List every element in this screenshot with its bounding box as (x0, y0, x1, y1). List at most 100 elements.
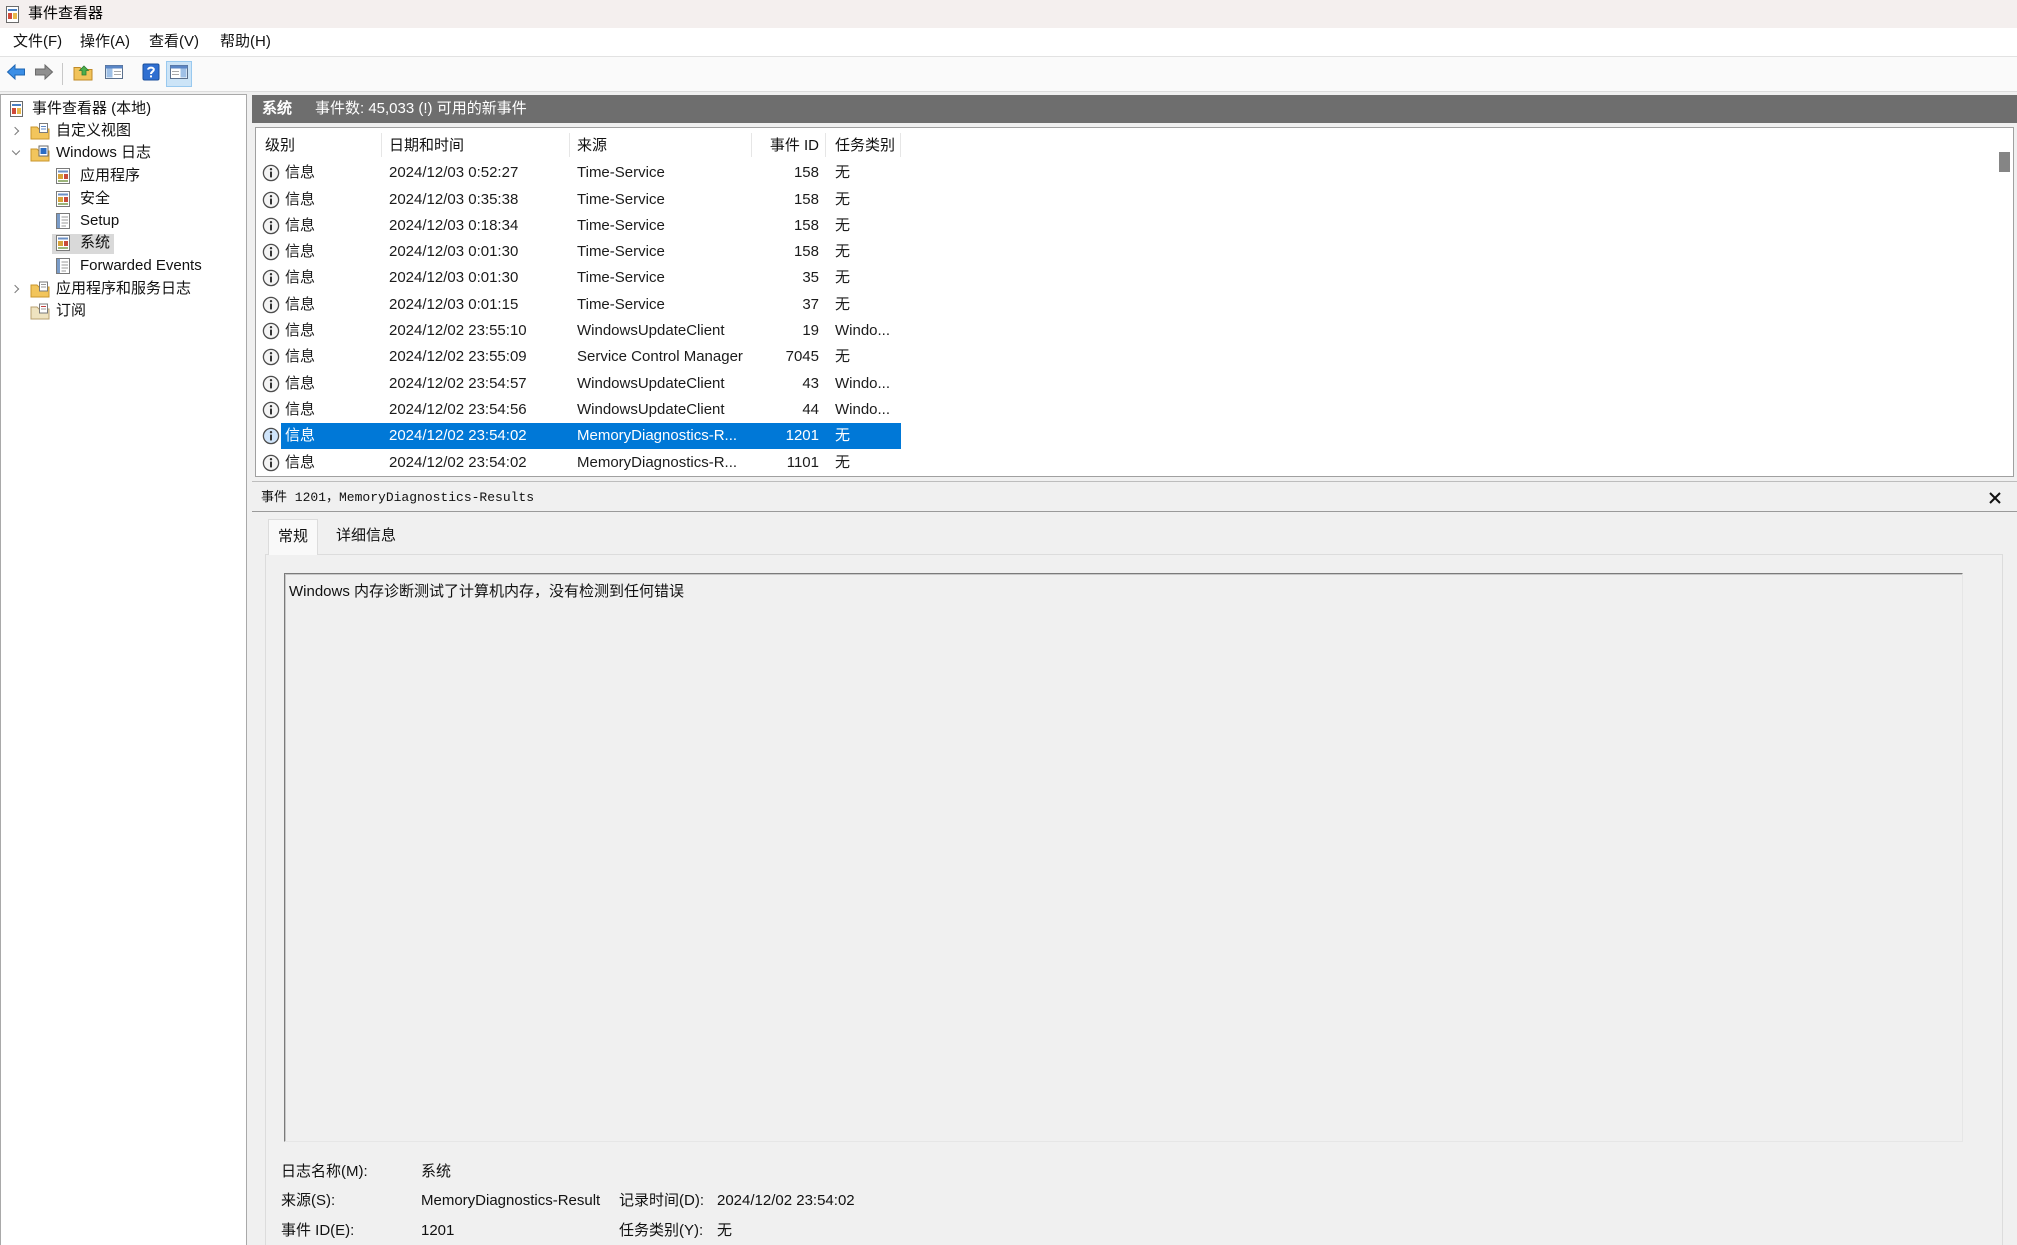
event-task-category: Windo... (835, 400, 891, 418)
event-row[interactable]: 信息 2024/12/02 23:54:56 WindowsUpdateClient… (256, 397, 1996, 423)
tab-general[interactable]: 常规 (268, 519, 318, 555)
event-datetime: 2024/12/02 23:55:10 (389, 322, 527, 339)
event-description-box[interactable]: Windows 内存诊断测试了计算机内存，没有检测到任何错误 (284, 573, 1963, 1142)
tree-item-setup[interactable]: Setup (1, 210, 246, 232)
back-button[interactable] (3, 61, 29, 87)
event-row[interactable]: 信息 2024/12/03 0:35:38 Time-Service 158 无 (256, 187, 1996, 213)
event-row[interactable]: 信息 2024/12/03 0:01:30 Time-Service 35 无 (256, 265, 1996, 291)
event-id-label: 事件 ID(E): (281, 1222, 355, 1239)
menu-file[interactable]: 文件(F) (13, 28, 62, 56)
event-log-icon (54, 167, 74, 185)
event-detail-header: 事件 1201，MemoryDiagnostics-Results (252, 485, 2017, 512)
log-document-icon (54, 257, 74, 275)
up-one-level-button[interactable] (70, 61, 96, 87)
tree-label: 订阅 (56, 302, 87, 319)
close-icon[interactable] (1988, 491, 2002, 505)
menu-action[interactable]: 操作(A) (80, 28, 130, 56)
event-source: WindowsUpdateClient (577, 400, 725, 418)
column-divider[interactable] (900, 133, 901, 157)
event-task-category: 无 (835, 295, 851, 313)
event-datetime: 2024/12/02 23:54:56 (389, 400, 527, 418)
event-viewer-icon (8, 100, 28, 118)
tree-label: 安全 (80, 190, 111, 207)
menu-view[interactable]: 查看(V) (149, 28, 199, 56)
tree-item-app-service-logs[interactable]: 应用程序和服务日志 (1, 278, 246, 300)
tree-item-system[interactable]: 系统 (1, 232, 246, 254)
tree-item-event-viewer-local[interactable]: 事件查看器 (本地) (1, 98, 246, 120)
column-divider[interactable] (569, 133, 570, 157)
event-row[interactable]: 信息 2024/12/03 0:01:30 Time-Service 158 无 (256, 239, 1996, 265)
event-datetime: 2024/12/03 0:01:15 (389, 295, 519, 313)
event-level: 信息 (285, 295, 316, 313)
event-datetime: 2024/12/02 23:54:57 (389, 374, 527, 392)
event-level: 信息 (285, 164, 316, 182)
column-header-source[interactable]: 来源 (577, 136, 607, 156)
event-log-icon (54, 234, 74, 252)
tree-item-security[interactable]: 安全 (1, 188, 246, 210)
event-id: 7045 (785, 348, 819, 366)
column-header-task-category[interactable]: 任务类别 (835, 136, 895, 156)
column-header-datetime[interactable]: 日期和时间 (389, 136, 464, 156)
event-id: 158 (793, 243, 819, 261)
info-icon (262, 217, 280, 235)
show-hide-console-tree-button[interactable] (101, 61, 127, 87)
tree-label: 系统 (80, 234, 111, 251)
event-datetime: 2024/12/02 23:54:02 (389, 453, 527, 471)
source-label: 来源(S): (281, 1192, 336, 1209)
event-task-category: 无 (835, 269, 851, 287)
event-level: 信息 (285, 400, 316, 418)
tab-details[interactable]: 详细信息 (322, 519, 410, 555)
show-hide-action-pane-button[interactable] (166, 61, 192, 87)
help-button[interactable] (138, 61, 164, 87)
event-list-scrollbar[interactable] (1997, 128, 2013, 476)
column-divider[interactable] (825, 133, 826, 157)
source-value: MemoryDiagnostics-Result (421, 1192, 601, 1209)
scrollbar-thumb[interactable] (1999, 152, 2010, 172)
show-hide-action-pane-icon (169, 63, 189, 85)
info-icon (262, 375, 280, 393)
tree-item-windows-logs[interactable]: Windows 日志 (1, 142, 246, 164)
event-task-category: 无 (835, 216, 851, 234)
event-row[interactable]: 信息 2024/12/03 0:18:34 Time-Service 158 无 (256, 213, 1996, 239)
event-id: 44 (802, 400, 819, 418)
tree-item-custom-views[interactable]: 自定义视图 (1, 120, 246, 142)
event-source: Time-Service (577, 243, 665, 261)
event-source: Service Control Manager (577, 348, 743, 366)
column-header-event-id[interactable]: 事件 ID (752, 136, 819, 156)
toolbar-separator (62, 63, 63, 85)
console-tree: 事件查看器 (本地) 自定义视图 Windows 日志 应用程序 安全 Setu… (0, 94, 247, 1245)
event-task-category: Windo... (835, 374, 891, 392)
event-row[interactable]: 信息 2024/12/02 23:54:02 MemoryDiagnostics-R… (256, 450, 1996, 476)
info-icon (262, 269, 280, 287)
event-row-selected[interactable]: 信息 2024/12/02 23:54:02 MemoryDiagnostics-R… (256, 423, 1996, 450)
tree-item-forwarded-events[interactable]: Forwarded Events (1, 255, 246, 277)
info-icon (262, 164, 280, 182)
event-level: 信息 (285, 374, 316, 392)
event-row[interactable]: 信息 2024/12/03 0:01:15 Time-Service 37 无 (256, 292, 1996, 318)
event-detail-title: 事件 1201，MemoryDiagnostics-Results (261, 490, 535, 505)
event-id: 158 (793, 216, 819, 234)
window-title: 事件查看器 (28, 5, 104, 22)
event-row[interactable]: 信息 2024/12/02 23:55:10 WindowsUpdateClient… (256, 318, 1996, 344)
chevron-right-icon[interactable] (10, 126, 20, 136)
event-list[interactable]: 级别 日期和时间 来源 事件 ID 任务类别 信息 2024/12/03 0:52… (255, 127, 2014, 477)
event-level: 信息 (285, 453, 316, 471)
log-name-value: 系统 (421, 1163, 452, 1180)
event-id: 43 (802, 374, 819, 392)
column-divider[interactable] (381, 133, 382, 157)
menu-help[interactable]: 帮助(H) (220, 28, 271, 56)
show-hide-console-tree-icon (104, 63, 124, 85)
event-row[interactable]: 信息 2024/12/02 23:55:09 Service Control Man… (256, 344, 1996, 370)
event-detail-panel: 事件 1201，MemoryDiagnostics-Results 常规 详细信… (252, 481, 2017, 1245)
tree-item-subscriptions[interactable]: 订阅 (1, 300, 246, 322)
event-level: 信息 (285, 243, 316, 261)
event-row[interactable]: 信息 2024/12/02 23:54:57 WindowsUpdateClient… (256, 371, 1996, 397)
chevron-right-icon[interactable] (10, 284, 20, 294)
log-name-label: 日志名称(M): (281, 1163, 368, 1180)
chevron-down-icon[interactable] (11, 146, 21, 156)
tree-item-application[interactable]: 应用程序 (1, 165, 246, 187)
event-row[interactable]: 信息 2024/12/03 0:52:27 Time-Service 158 无 (256, 160, 1996, 186)
forward-button[interactable] (31, 61, 57, 87)
logged-label: 记录时间(D): (619, 1192, 704, 1209)
column-header-level[interactable]: 级别 (265, 136, 295, 156)
